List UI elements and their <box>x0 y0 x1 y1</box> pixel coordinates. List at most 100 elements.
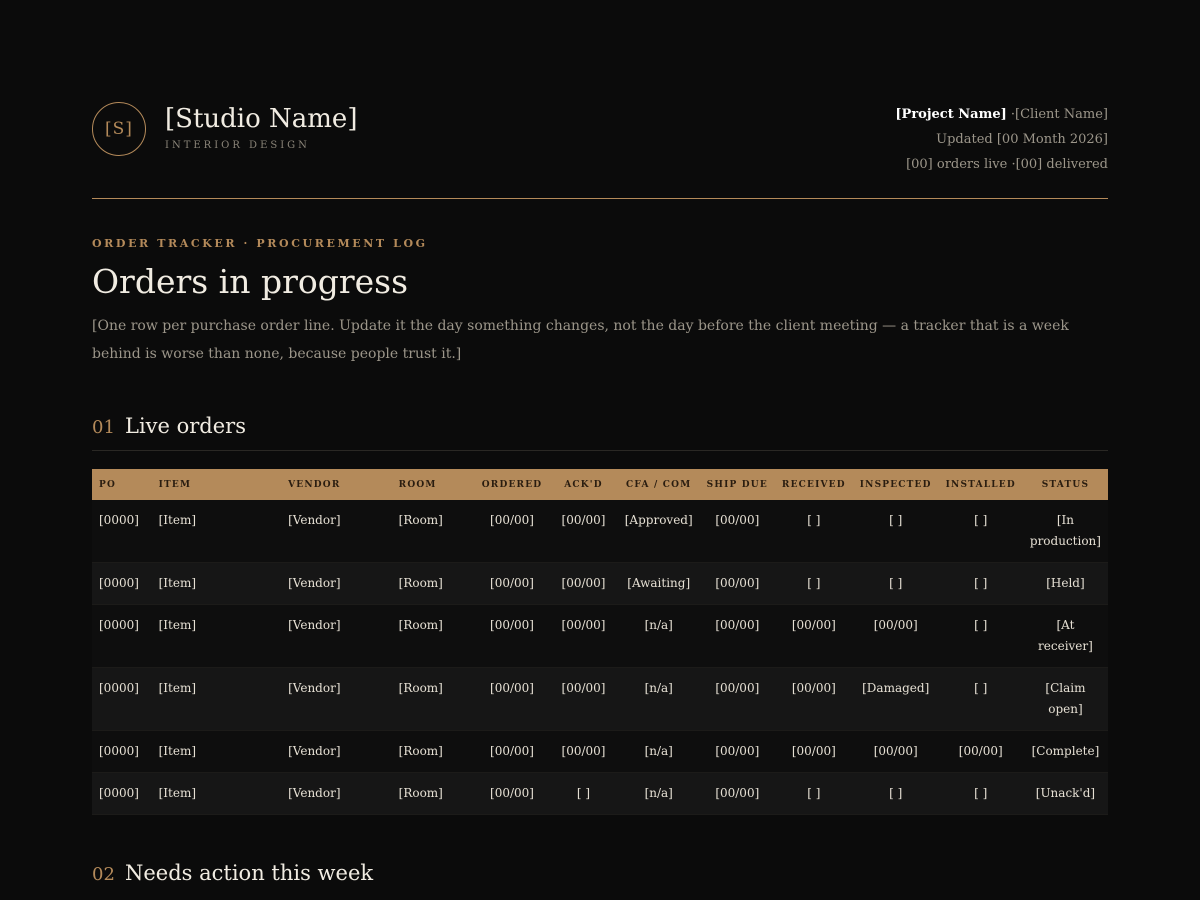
cell-inspected: [Damaged] <box>852 667 939 731</box>
section-number: 02 <box>92 864 115 885</box>
project-line: [Project Name] ·[Client Name] <box>895 102 1108 127</box>
cell-vendor: [Vendor] <box>281 667 392 731</box>
cell-received: [00/00] <box>774 667 853 731</box>
cell-vendor: [Vendor] <box>281 730 392 773</box>
cell-ship-due: [00/00] <box>699 730 775 773</box>
project-meta: [Project Name] ·[Client Name] Updated [0… <box>895 102 1108 177</box>
cell-room: [Room] <box>391 772 475 815</box>
cell-ship-due: [00/00] <box>699 562 775 605</box>
cell-cfa-com: [n/a] <box>617 730 700 773</box>
cell-cfa-com: [n/a] <box>617 604 700 668</box>
cell-installed: [ ] <box>938 562 1023 605</box>
table-row: [0000] [Item] [Vendor] [Room] [00/00] [00/00]… <box>92 667 1108 731</box>
brand: [S] [Studio Name] INTERIOR DESIGN <box>92 102 357 156</box>
studio-subtitle: INTERIOR DESIGN <box>165 140 310 151</box>
cell-vendor: [Vendor] <box>281 772 392 815</box>
section-live-orders: 01 Live orders <box>92 414 1108 451</box>
cell-ship-due: [00/00] <box>699 667 775 731</box>
cell-status: [At receiver] <box>1022 604 1108 668</box>
cell-status: [Claim open] <box>1022 667 1108 731</box>
cell-po: [0000] <box>92 500 152 563</box>
section-needs-action: 02 Needs action this week <box>92 861 1108 897</box>
cell-ship-due: [00/00] <box>699 500 775 563</box>
cell-room: [Room] <box>391 667 475 731</box>
cell-ordered: [00/00] <box>474 772 550 815</box>
cell-received: [ ] <box>774 562 853 605</box>
cell-item: [Item] <box>151 667 282 731</box>
header-cfa-com: CFA / COM <box>626 479 692 490</box>
cell-inspected: [00/00] <box>852 604 939 668</box>
cell-ackd: [00/00] <box>549 730 618 773</box>
cell-installed: [00/00] <box>938 730 1023 773</box>
cell-ackd: [00/00] <box>549 667 618 731</box>
brand-text: [Studio Name] INTERIOR DESIGN <box>165 102 357 151</box>
cell-inspected: [ ] <box>852 500 939 563</box>
section-title: Live orders <box>125 414 246 438</box>
cell-installed: [ ] <box>938 604 1023 668</box>
cell-item: [Item] <box>151 730 282 773</box>
client-name: [Client Name] <box>1015 107 1108 122</box>
eyebrow: ORDER TRACKER · PROCUREMENT LOG <box>92 237 428 250</box>
header-room: ROOM <box>398 479 437 490</box>
header-ackd: ACK'D <box>564 479 603 490</box>
header-status: STATUS <box>1041 479 1090 490</box>
header-ordered: ORDERED <box>481 479 543 490</box>
cell-room: [Room] <box>391 562 475 605</box>
cell-ackd: [ ] <box>549 772 618 815</box>
monogram-logo: [S] <box>92 102 146 156</box>
cell-room: [Room] <box>391 500 475 563</box>
cell-room: [Room] <box>391 730 475 773</box>
cell-cfa-com: [Approved] <box>617 500 700 563</box>
cell-cfa-com: [n/a] <box>617 667 700 731</box>
orders-table: PO ITEM VENDOR ROOM ORDERED ACK'D CFA / … <box>92 469 1108 815</box>
header-item: ITEM <box>158 479 192 490</box>
cell-installed: [ ] <box>938 667 1023 731</box>
cell-po: [0000] <box>92 562 152 605</box>
cell-ordered: [00/00] <box>474 500 550 563</box>
cell-ordered: [00/00] <box>474 730 550 773</box>
updated-date: Updated [00 Month 2026] <box>936 132 1108 147</box>
cell-received: [00/00] <box>774 604 853 668</box>
cell-ordered: [00/00] <box>474 562 550 605</box>
cell-cfa-com: [Awaiting] <box>617 562 700 605</box>
cell-installed: [ ] <box>938 772 1023 815</box>
table-row: [0000] [Item] [Vendor] [Room] [00/00] [00/00]… <box>92 500 1108 563</box>
cell-ordered: [00/00] <box>474 604 550 668</box>
page-description: [One row per purchase order line. Update… <box>92 318 1069 362</box>
cell-status: [In production] <box>1022 500 1108 563</box>
section-title: Needs action this week <box>125 861 374 885</box>
cell-item: [Item] <box>151 562 282 605</box>
table-body: [0000] [Item] [Vendor] [Room] [00/00] [00/00]… <box>92 500 1108 815</box>
cell-po: [0000] <box>92 730 152 773</box>
header: [S] [Studio Name] INTERIOR DESIGN [Proje… <box>92 102 1108 199</box>
header-vendor: VENDOR <box>288 479 341 490</box>
cell-ackd: [00/00] <box>549 562 618 605</box>
cell-status: [Complete] <box>1022 730 1108 773</box>
cell-inspected: [ ] <box>852 562 939 605</box>
header-received: RECEIVED <box>781 479 846 490</box>
cell-ordered: [00/00] <box>474 667 550 731</box>
cell-installed: [ ] <box>938 500 1023 563</box>
cell-received: [00/00] <box>774 730 853 773</box>
cell-po: [0000] <box>92 667 152 731</box>
cell-ship-due: [00/00] <box>699 772 775 815</box>
cell-room: [Room] <box>391 604 475 668</box>
cell-received: [ ] <box>774 772 853 815</box>
table-row: [0000] [Item] [Vendor] [Room] [00/00][ ] [n/a… <box>92 772 1108 815</box>
project-name: [Project Name] <box>895 107 1007 122</box>
cell-item: [Item] <box>151 500 282 563</box>
cell-status: [Unack'd] <box>1022 772 1108 815</box>
cell-received: [ ] <box>774 500 853 563</box>
header-installed: INSTALLED <box>945 479 1016 490</box>
header-po: PO <box>99 479 117 490</box>
cell-po: [0000] <box>92 604 152 668</box>
cell-inspected: [00/00] <box>852 730 939 773</box>
header-inspected: INSPECTED <box>859 479 932 490</box>
cell-po: [0000] <box>92 772 152 815</box>
section-number: 01 <box>92 417 115 438</box>
table-row: [0000] [Item] [Vendor] [Room] [00/00] [00/00]… <box>92 730 1108 773</box>
table-row: [0000] [Item] [Vendor] [Room] [00/00] [00/00]… <box>92 562 1108 605</box>
cell-item: [Item] <box>151 604 282 668</box>
order-counts: [00] orders live ·[00] delivered <box>906 157 1108 172</box>
cell-inspected: [ ] <box>852 772 939 815</box>
